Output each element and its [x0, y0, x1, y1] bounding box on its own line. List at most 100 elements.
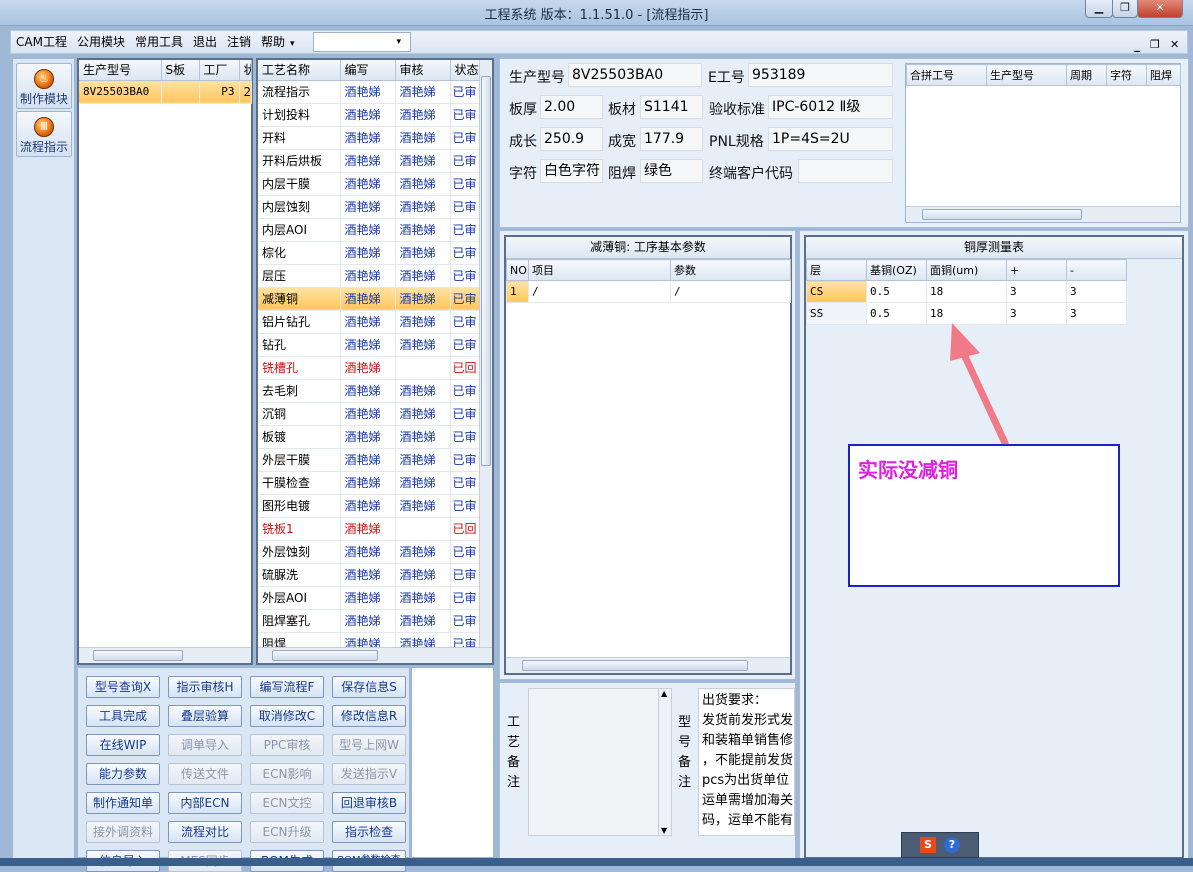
table-row[interactable]: 铣槽孔 酒艳娣 已回	[258, 356, 481, 380]
col-header[interactable]: NO	[506, 259, 529, 281]
scroll-thumb[interactable]	[522, 660, 748, 671]
standard-field[interactable]: IPC-6012 Ⅱ级	[768, 95, 893, 119]
action-button[interactable]: 型号查询X	[86, 676, 160, 698]
action-button[interactable]: 编写流程F	[250, 676, 324, 698]
customer-field[interactable]	[798, 159, 893, 183]
col-header[interactable]: 字符	[1106, 64, 1147, 86]
mask-field[interactable]: 绿色	[640, 159, 703, 183]
action-button[interactable]: PPC审核	[250, 734, 324, 756]
table-row[interactable]: 计划投料 酒艳娣 酒艳娣 已审	[258, 103, 481, 127]
col-header[interactable]: 周期	[1066, 64, 1107, 86]
pnl-field[interactable]: 1P=4S=2U	[768, 127, 893, 151]
table-row[interactable]: 1 / /	[506, 280, 791, 303]
table-row[interactable]: 开料后烘板 酒艳娣 酒艳娣 已审	[258, 149, 481, 173]
action-button[interactable]: 修改信息R	[332, 705, 406, 727]
length-field[interactable]: 250.9	[540, 127, 603, 151]
sogou-icon[interactable]: S	[920, 837, 936, 853]
table-row[interactable]: 8V25503BA0 P3 2	[79, 80, 252, 104]
scroll-down-icon[interactable]: ▼	[661, 826, 667, 835]
col-header[interactable]: +	[1006, 259, 1067, 281]
e-no-field[interactable]: 953189	[748, 63, 893, 87]
menu-logout[interactable]: 注销	[222, 31, 256, 53]
table-row[interactable]: 去毛刺 酒艳娣 酒艳娣 已审	[258, 379, 481, 403]
scroll-thumb[interactable]	[272, 650, 378, 661]
table-row[interactable]: 阻焊塞孔 酒艳娣 酒艳娣 已审	[258, 609, 481, 633]
minimize-button[interactable]: ▁	[1085, 0, 1113, 18]
col-header[interactable]: 审核	[395, 60, 451, 81]
col-header[interactable]: 状态	[450, 60, 481, 81]
mdi-minimize-button[interactable]: _	[1129, 34, 1145, 56]
table-row[interactable]: 层压 酒艳娣 酒艳娣 已审	[258, 264, 481, 288]
table-row[interactable]: 内层干膜 酒艳娣 酒艳娣 已审	[258, 172, 481, 196]
col-header[interactable]: 项目	[528, 259, 671, 281]
thickness-field[interactable]: 2.00	[540, 95, 603, 119]
table-row[interactable]: 图形电镀 酒艳娣 酒艳娣 已审	[258, 494, 481, 518]
table-row[interactable]: 外层AOI 酒艳娣 酒艳娣 已审	[258, 586, 481, 610]
col-header[interactable]: 阻焊	[1146, 64, 1181, 86]
action-button[interactable]: 工具完成	[86, 705, 160, 727]
col-header[interactable]: 编写	[340, 60, 396, 81]
table-row[interactable]: 沉铜 酒艳娣 酒艳娣 已审	[258, 402, 481, 426]
action-button[interactable]: 指示检查	[332, 821, 406, 843]
action-button[interactable]: 在线WIP	[86, 734, 160, 756]
nav-flow-instruction[interactable]: Ⅲ 流程指示	[16, 111, 72, 157]
maximize-button[interactable]: ❐	[1112, 0, 1138, 18]
action-button[interactable]: 调单导入	[168, 734, 242, 756]
table-row[interactable]: 外层蚀刻 酒艳娣 酒艳娣 已审	[258, 540, 481, 564]
table-row[interactable]: 开料 酒艳娣 酒艳娣 已审	[258, 126, 481, 150]
help-icon[interactable]: ?	[944, 837, 960, 853]
table-row[interactable]: 内层蚀刻 酒艳娣 酒艳娣 已审	[258, 195, 481, 219]
action-button[interactable]: ECN升级	[250, 821, 324, 843]
action-button[interactable]: 保存信息S	[332, 676, 406, 698]
table-row[interactable]: 棕化 酒艳娣 酒艳娣 已审	[258, 241, 481, 265]
action-button[interactable]: 叠层验算	[168, 705, 242, 727]
mdi-close-button[interactable]: ✕	[1165, 34, 1184, 56]
menu-exit[interactable]: 退出	[188, 31, 222, 53]
action-button[interactable]: ECN影响	[250, 763, 324, 785]
table-row[interactable]: 钻孔 酒艳娣 酒艳娣 已审	[258, 333, 481, 357]
table-row[interactable]: 铝片钻孔 酒艳娣 酒艳娣 已审	[258, 310, 481, 334]
table-row[interactable]: 干膜检查 酒艳娣 酒艳娣 已审	[258, 471, 481, 495]
col-header[interactable]: 状	[239, 60, 252, 81]
scroll-up-icon[interactable]: ▲	[661, 689, 667, 698]
col-header[interactable]: 合拼工号	[906, 64, 987, 86]
col-header[interactable]: 基铜(OZ)	[866, 259, 927, 281]
horizontal-scrollbar[interactable]	[506, 657, 790, 673]
vertical-scrollbar[interactable]: ▲ ▼	[658, 689, 671, 835]
table-row[interactable]: CS 0.5 18 3 3	[806, 280, 1127, 303]
mdi-restore-button[interactable]: ❐	[1145, 34, 1165, 56]
action-button[interactable]: 指示审核H	[168, 676, 242, 698]
action-button[interactable]: ECN文控	[250, 792, 324, 814]
col-header[interactable]: -	[1066, 259, 1127, 281]
col-header[interactable]: S板	[161, 60, 200, 81]
menu-combobox[interactable]: ▾	[313, 32, 411, 52]
action-button[interactable]: 内部ECN	[168, 792, 242, 814]
action-button[interactable]: 流程对比	[168, 821, 242, 843]
prod-model-field[interactable]: 8V25503BA0	[568, 63, 702, 87]
action-button[interactable]: 制作通知单	[86, 792, 160, 814]
horizontal-scrollbar[interactable]	[79, 647, 251, 663]
col-header[interactable]: 面铜(um)	[926, 259, 1007, 281]
nav-make-module[interactable]: ♨ 制作模块	[16, 63, 72, 109]
col-header[interactable]: 工艺名称	[258, 60, 341, 81]
table-row[interactable]: 外层干膜 酒艳娣 酒艳娣 已审	[258, 448, 481, 472]
menu-help[interactable]: 帮助	[256, 31, 290, 53]
scroll-thumb[interactable]	[93, 650, 183, 661]
action-button[interactable]: 接外调资料	[86, 821, 160, 843]
action-button[interactable]: 传送文件	[168, 763, 242, 785]
col-header[interactable]: 生产型号	[986, 64, 1067, 86]
chevron-down-icon[interactable]: ▾	[391, 33, 406, 51]
table-row[interactable]: 硫脲洗 酒艳娣 酒艳娣 已审	[258, 563, 481, 587]
menu-overflow-arrow-icon[interactable]: ▾	[290, 33, 295, 55]
scroll-thumb[interactable]	[922, 209, 1082, 220]
action-button[interactable]: 型号上网W	[332, 734, 406, 756]
menu-tools[interactable]: 常用工具	[130, 31, 188, 53]
col-header[interactable]: 参数	[670, 259, 791, 281]
action-button[interactable]: 回退审核B	[332, 792, 406, 814]
char-field[interactable]: 白色字符	[540, 159, 603, 183]
process-notes-field[interactable]: ▲ ▼	[528, 688, 672, 836]
close-button[interactable]: ✕	[1137, 0, 1183, 18]
table-row[interactable]: 流程指示 酒艳娣 酒艳娣 已审	[258, 80, 481, 104]
scroll-thumb[interactable]	[481, 76, 491, 466]
action-button[interactable]: 能力参数	[86, 763, 160, 785]
